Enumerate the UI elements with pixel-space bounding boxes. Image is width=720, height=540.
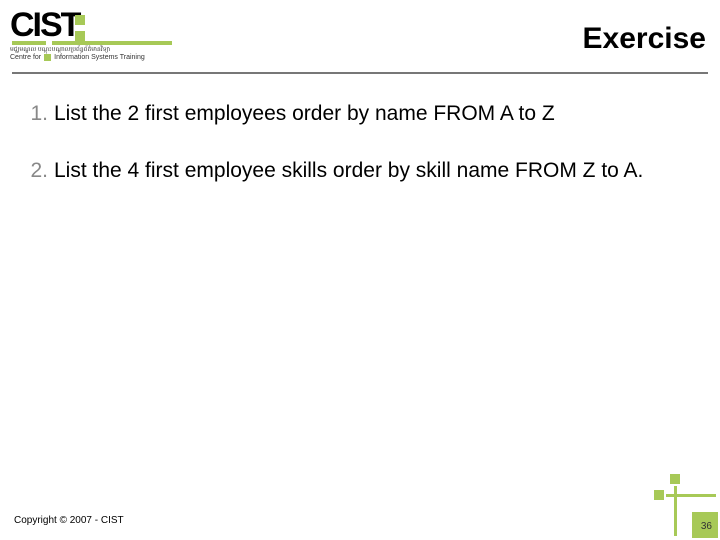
list-item: 1. List the 2 first employees order by n… bbox=[20, 100, 700, 127]
bar-icon bbox=[52, 41, 172, 45]
logo-main: CIST bbox=[10, 6, 190, 45]
logo-sub-right: Information Systems Training bbox=[54, 54, 145, 61]
square-icon bbox=[44, 54, 51, 61]
logo: CIST មជ្ឈមណ្ឌល បណ្តុះបណ្តាលប្រព័ន្ធព័ត៌ម… bbox=[10, 6, 190, 61]
page-title: Exercise bbox=[583, 22, 706, 56]
logo-squares bbox=[75, 15, 85, 41]
item-text: List the 2 first employees order by name… bbox=[54, 100, 700, 127]
item-text: List the 4 first employee skills order b… bbox=[54, 157, 700, 184]
content-area: 1. List the 2 first employees order by n… bbox=[20, 100, 700, 215]
divider bbox=[12, 72, 708, 74]
item-number: 2. bbox=[20, 157, 48, 184]
logo-subtext-en: Centre for Information Systems Training bbox=[10, 54, 190, 61]
square-icon bbox=[670, 474, 680, 484]
item-number: 1. bbox=[20, 100, 48, 127]
logo-text: CIST bbox=[10, 6, 79, 45]
square-icon bbox=[75, 15, 85, 25]
square-icon bbox=[654, 490, 664, 500]
logo-subtext-khmer: មជ្ឈមណ្ឌល បណ្តុះបណ្តាលប្រព័ន្ធព័ត៌មានវិទ… bbox=[10, 47, 190, 54]
page-number: 36 bbox=[701, 521, 712, 532]
square-icon bbox=[75, 31, 85, 41]
bar-icon bbox=[12, 41, 46, 45]
slide-header: CIST មជ្ឈមណ្ឌល បណ្តុះបណ្តាលប្រព័ន្ធព័ត៌ម… bbox=[0, 0, 720, 80]
logo-bars bbox=[12, 41, 190, 45]
list-item: 2. List the 4 first employee skills orde… bbox=[20, 157, 700, 184]
logo-sub-left: Centre for bbox=[10, 54, 41, 61]
line-icon bbox=[674, 486, 677, 536]
copyright: Copyright © 2007 - CIST bbox=[14, 515, 124, 526]
